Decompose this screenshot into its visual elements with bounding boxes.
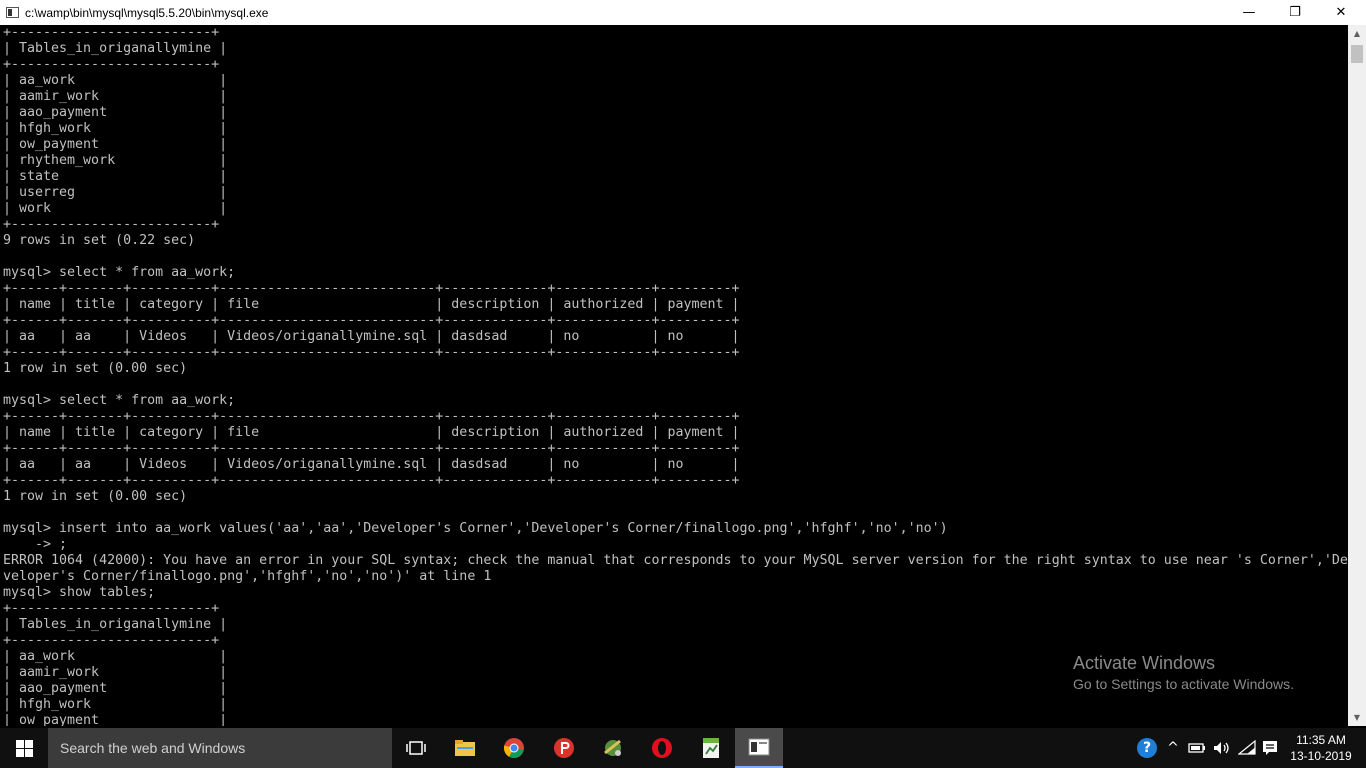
volume-icon — [1214, 742, 1229, 754]
battery-button[interactable] — [1186, 728, 1208, 768]
console-line: mysql> show tables; — [3, 585, 156, 600]
console-line: | aa_work | — [3, 73, 228, 88]
console-line: +------+-------+----------+-------------… — [3, 313, 740, 328]
console-line: +------+-------+----------+-------------… — [3, 473, 740, 488]
task-view-icon — [406, 741, 426, 755]
console-line: 1 row in set (0.00 sec) — [3, 361, 188, 376]
console-line: | userreg | — [3, 185, 228, 200]
window-title: c:\wamp\bin\mysql\mysql5.5.20\bin\mysql.… — [25, 5, 269, 20]
clock-date: 13-10-2019 — [1290, 749, 1352, 763]
taskbar-search-box[interactable]: Search the web and Windows — [48, 728, 392, 768]
console-line: | aa | aa | Videos | Videos/origanallymi… — [3, 329, 740, 344]
chrome-icon — [503, 738, 524, 758]
task-view-button[interactable] — [392, 728, 440, 768]
scroll-up-arrow[interactable]: ▲ — [1348, 25, 1366, 42]
console-line: | aamir_work | — [3, 89, 228, 104]
close-button[interactable]: ✕ — [1318, 0, 1364, 25]
console-line: | name | title | category | file | descr… — [3, 425, 740, 440]
activation-watermark: Activate Windows Go to Settings to activ… — [1073, 652, 1294, 694]
console-line: mysql> select * from aa_work; — [3, 393, 236, 408]
psiphon-button[interactable] — [540, 728, 588, 768]
help-button[interactable]: ? — [1134, 728, 1160, 768]
scroll-thumb[interactable] — [1351, 45, 1363, 63]
network-tool-button[interactable] — [589, 728, 637, 768]
minimize-button[interactable]: — — [1226, 0, 1272, 25]
wifi-icon — [1238, 740, 1256, 755]
vertical-scrollbar[interactable]: ▲ ▼ — [1348, 25, 1366, 726]
console-line: +-------------------------+ — [3, 25, 220, 40]
console-line: mysql> select * from aa_work; — [3, 265, 236, 280]
console-line: ERROR 1064 (42000): You have an error in… — [3, 553, 1348, 568]
console-line: 9 rows in set (0.22 sec) — [3, 233, 196, 248]
psiphon-icon — [554, 738, 574, 758]
title-bar[interactable]: c:\wamp\bin\mysql\mysql5.5.20\bin\mysql.… — [0, 0, 1366, 25]
console-line: +-------------------------+ — [3, 57, 220, 72]
chrome-button[interactable] — [490, 728, 538, 768]
taskbar-clock[interactable]: 11:35 AM 13-10-2019 — [1284, 728, 1358, 768]
scroll-down-arrow[interactable]: ▼ — [1348, 709, 1366, 726]
spreadsheet-button[interactable] — [687, 728, 735, 768]
console-app-icon — [748, 738, 770, 756]
notification-icon — [1263, 741, 1277, 755]
console-line: | hfgh_work | — [3, 697, 228, 712]
taskbar: Search the web and Windows ? ^ 11:35 AM … — [0, 728, 1366, 768]
console-line: | ow_payment | — [3, 713, 228, 726]
console-line: | aa | aa | Videos | Videos/origanallymi… — [3, 457, 740, 472]
watermark-subtitle: Go to Settings to activate Windows. — [1073, 676, 1294, 692]
spreadsheet-icon — [703, 738, 719, 758]
console-line: | aa_work | — [3, 649, 228, 664]
battery-icon — [1188, 743, 1205, 753]
wifi-button[interactable] — [1236, 728, 1258, 768]
console-line: veloper's Corner/finallogo.png','hfghf',… — [3, 569, 492, 584]
console-line: | aamir_work | — [3, 665, 228, 680]
opera-button[interactable] — [638, 728, 686, 768]
console-app-icon — [6, 7, 19, 18]
show-hidden-icons-button[interactable]: ^ — [1164, 728, 1182, 768]
console-line: | Tables_in_origanallymine | — [3, 617, 228, 632]
console-line: | rhythem_work | — [3, 153, 228, 168]
console-line: | name | title | category | file | descr… — [3, 297, 740, 312]
console-line: +------+-------+----------+-------------… — [3, 345, 740, 360]
chevron-up-icon: ^ — [1167, 740, 1179, 756]
console-line: +-------------------------+ — [3, 601, 220, 616]
file-explorer-icon — [455, 740, 475, 756]
console-line: | state | — [3, 169, 228, 184]
console-line: -> ; — [3, 537, 68, 552]
console-line: +-------------------------+ — [3, 633, 220, 648]
console-line: +------+-------+----------+-------------… — [3, 441, 740, 456]
console-line: | ow_payment | — [3, 137, 228, 152]
console-line: mysql> insert into aa_work values('aa','… — [3, 521, 948, 536]
console-line: 1 row in set (0.00 sec) — [3, 489, 188, 504]
console-line: +-------------------------+ — [3, 217, 220, 232]
watermark-title: Activate Windows — [1073, 653, 1216, 673]
start-button[interactable] — [0, 728, 48, 768]
opera-icon — [652, 738, 672, 758]
file-explorer-button[interactable] — [441, 728, 489, 768]
console-line: | aao_payment | — [3, 105, 228, 120]
help-icon: ? — [1137, 738, 1157, 758]
action-center-button[interactable] — [1259, 728, 1281, 768]
console-line: | hfgh_work | — [3, 121, 228, 136]
console-line: | aao_payment | — [3, 681, 228, 696]
console-line: +------+-------+----------+-------------… — [3, 409, 740, 424]
console-line: +------+-------+----------+-------------… — [3, 281, 740, 296]
maximize-button[interactable]: ❐ — [1272, 0, 1318, 25]
volume-button[interactable] — [1210, 728, 1234, 768]
network-tool-icon — [604, 739, 621, 756]
console-text: +-------------------------+ | Tables_in_… — [0, 25, 1348, 726]
clock-time: 11:35 AM — [1296, 733, 1346, 747]
console-line: | work | — [3, 201, 228, 216]
console-line: | Tables_in_origanallymine | — [3, 41, 228, 56]
windows-logo-icon — [15, 739, 33, 757]
console-taskbar-button[interactable] — [735, 728, 783, 768]
console-output[interactable]: +-------------------------+ | Tables_in_… — [0, 25, 1348, 726]
